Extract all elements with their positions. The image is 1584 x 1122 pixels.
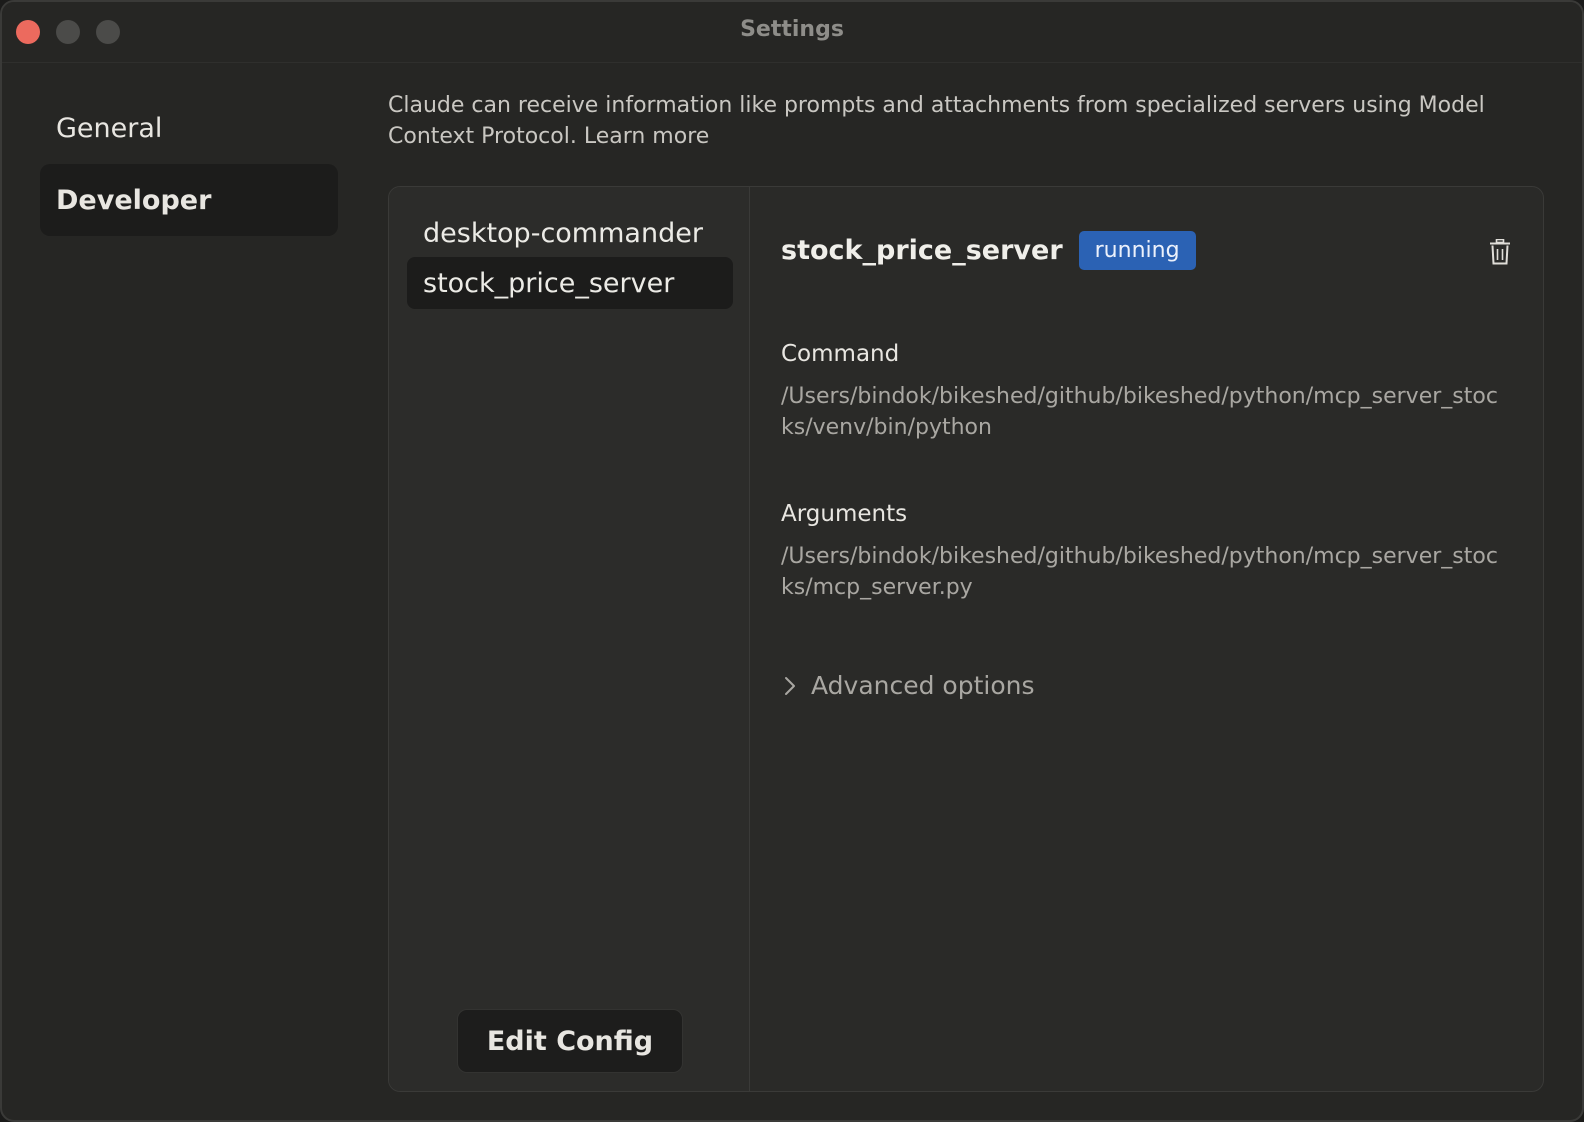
server-item-desktop-commander[interactable]: desktop-commander (407, 207, 733, 259)
server-detail: stock_price_server running Command /User… (749, 187, 1543, 1091)
server-list: desktop-commander stock_price_server Edi… (389, 187, 750, 1091)
server-item-stock-price-server[interactable]: stock_price_server (407, 257, 733, 309)
trash-icon[interactable] (1489, 239, 1511, 265)
advanced-options-toggle[interactable]: Advanced options (783, 671, 1035, 700)
command-value: /Users/bindok/bikeshed/github/bikeshed/p… (781, 384, 1498, 440)
mcp-description: Claude can receive information like prom… (388, 90, 1508, 152)
description-text: Claude can receive information like prom… (388, 93, 1485, 149)
server-name: stock_price_server (781, 235, 1063, 266)
settings-window: Settings General Developer Claude can re… (0, 0, 1584, 1122)
chevron-right-icon (785, 676, 795, 695)
title-bar: Settings (2, 2, 1582, 63)
arguments-label: Arguments (781, 501, 908, 527)
advanced-options-label: Advanced options (811, 671, 1035, 700)
sidebar-item-developer[interactable]: Developer (40, 164, 338, 236)
arguments-value: /Users/bindok/bikeshed/github/bikeshed/p… (781, 544, 1498, 600)
sidebar-item-general[interactable]: General (40, 92, 338, 164)
command-label: Command (781, 341, 900, 367)
status-badge: running (1078, 231, 1196, 270)
server-detail-header: stock_price_server running (781, 231, 1196, 270)
sidebar: General Developer (40, 92, 338, 236)
window-title: Settings (740, 17, 844, 42)
learn-more-link[interactable]: Learn more (584, 124, 709, 149)
servers-panel: desktop-commander stock_price_server Edi… (388, 186, 1544, 1092)
edit-config-button[interactable]: Edit Config (457, 1009, 683, 1073)
